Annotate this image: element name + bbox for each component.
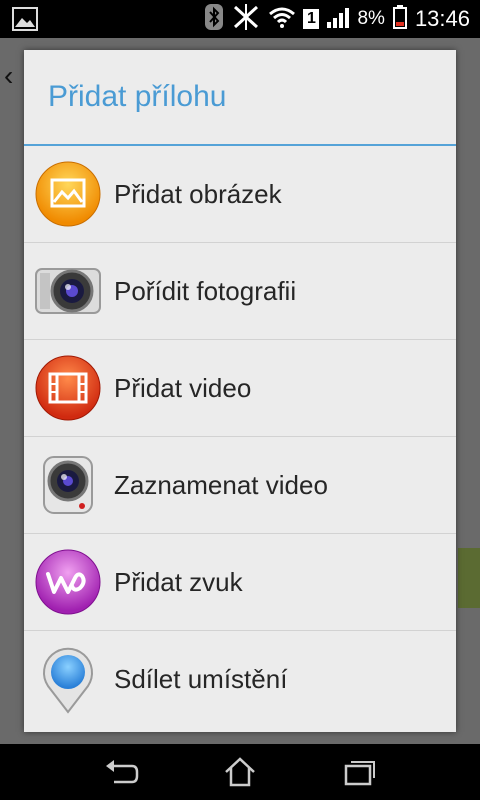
background-back-chevron-icon: ‹: [4, 60, 14, 91]
menu-item-share-location[interactable]: Sdílet umístění: [24, 631, 456, 728]
recent-apps-icon[interactable]: [342, 756, 378, 788]
wifi-icon: [269, 6, 296, 33]
status-bar: 1 8% 13:46: [0, 0, 480, 38]
camera-icon: [34, 257, 102, 325]
attachment-dialog: Přidat přílohu Přidat obrázek Pořídit fo…: [24, 50, 456, 732]
signal-icon: [327, 6, 350, 33]
menu-item-label: Přidat obrázek: [114, 178, 282, 209]
video-icon: [34, 354, 102, 422]
menu-item-label: Přidat zvuk: [114, 566, 243, 597]
gallery-icon: [34, 160, 102, 228]
nfc-icon: [231, 3, 261, 35]
bluetooth-icon: [205, 3, 224, 35]
menu-item-add-video[interactable]: Přidat video: [24, 340, 456, 437]
back-icon[interactable]: [104, 756, 140, 788]
menu-item-add-image[interactable]: Přidat obrázek: [24, 146, 456, 243]
battery-icon: [392, 4, 407, 34]
menu-item-label: Zaznamenat video: [114, 469, 328, 500]
menu-item-label: Pořídit fotografii: [114, 275, 297, 306]
navigation-bar: [0, 744, 480, 800]
home-icon[interactable]: [222, 756, 258, 788]
menu-item-record-video[interactable]: Zaznamenat video: [24, 437, 456, 534]
walkman-icon: [34, 548, 102, 616]
background-green-tab: [458, 548, 480, 608]
menu-item-add-sound[interactable]: Přidat zvuk: [24, 534, 456, 631]
sim-icon: 1: [303, 9, 320, 29]
menu-item-label: Sdílet umístění: [114, 664, 288, 694]
menu-item-take-photo[interactable]: Pořídit fotografii: [24, 243, 456, 340]
dialog-title: Přidat přílohu: [24, 50, 456, 146]
battery-percent: 8%: [357, 8, 385, 29]
clock: 13:46: [414, 6, 470, 31]
image-notification-icon: [12, 7, 38, 36]
menu-item-label: Přidat video: [114, 372, 252, 403]
camcorder-icon: [34, 451, 102, 519]
location-pin-icon: [34, 646, 102, 714]
